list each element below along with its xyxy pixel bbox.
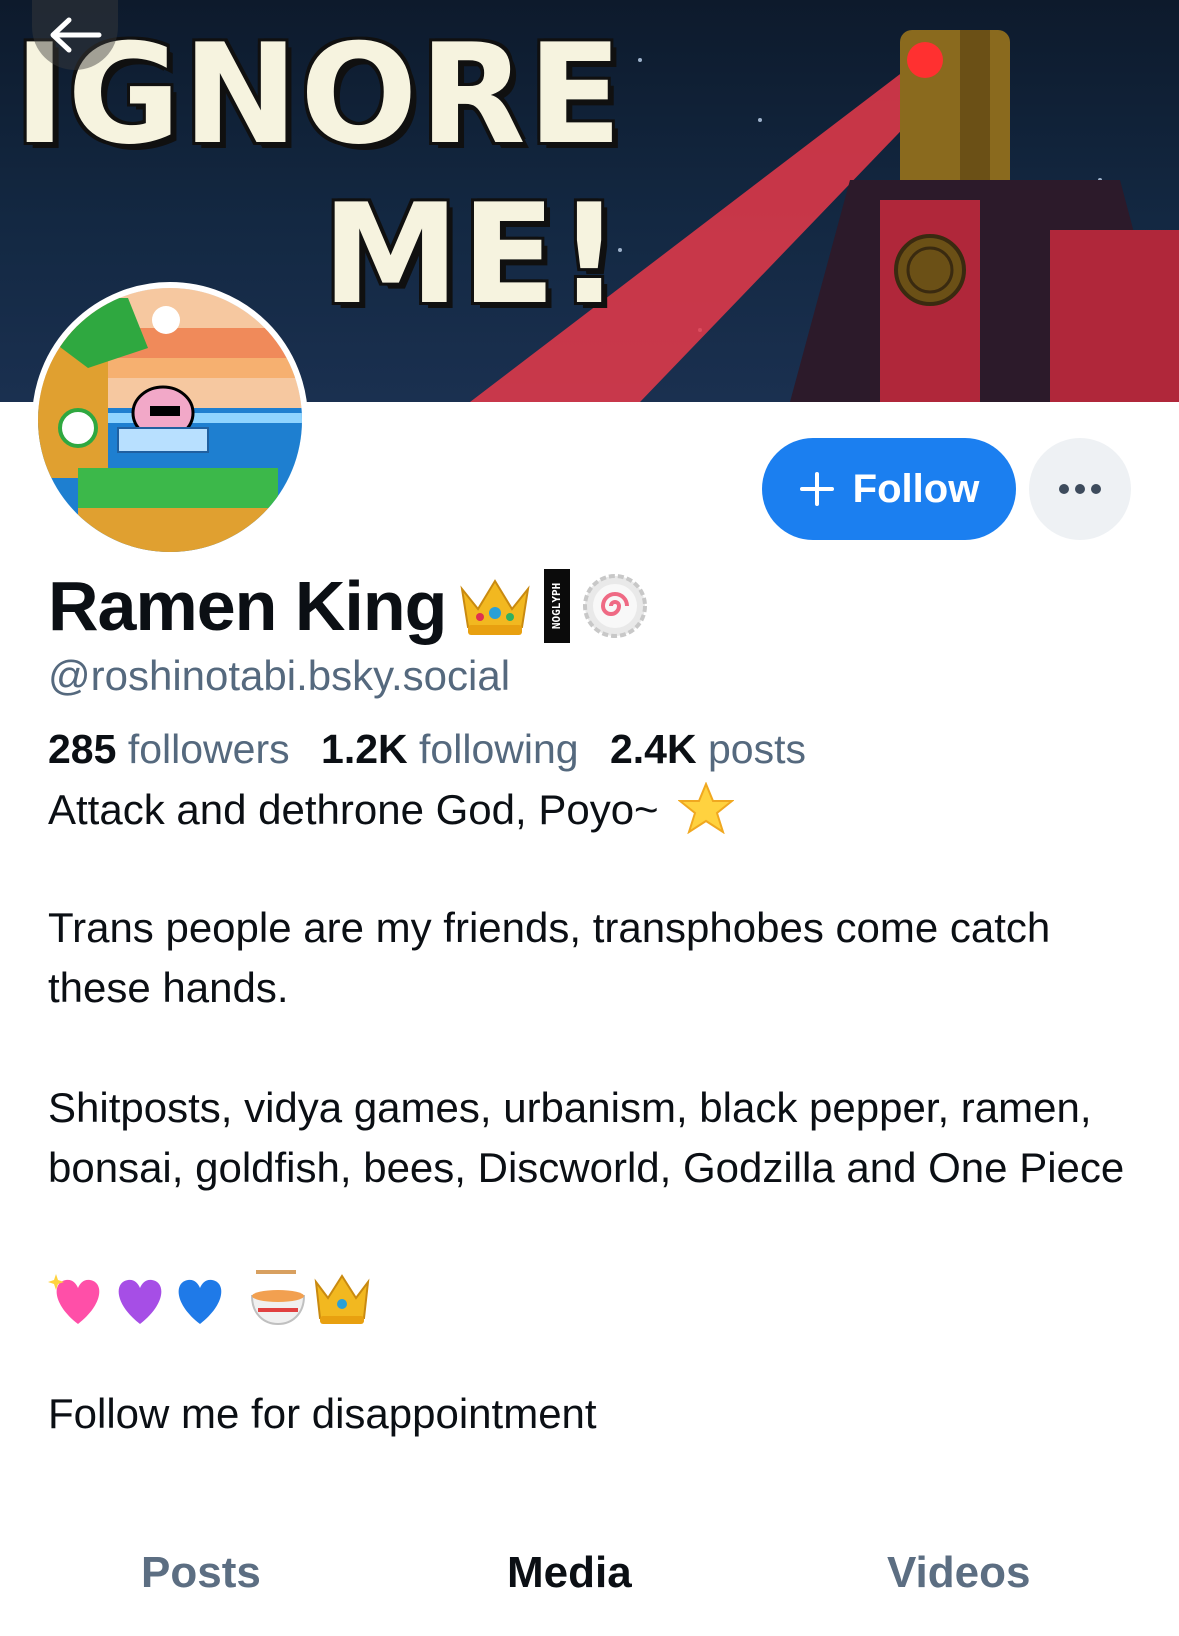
tab-media[interactable]: Media — [507, 1548, 632, 1598]
more-options-button[interactable] — [1029, 438, 1131, 540]
bio-emoji-row — [48, 1268, 1138, 1338]
noglyph-badge: NOGLYPH — [544, 569, 571, 643]
banner-title-line2: ME! — [322, 174, 623, 335]
tab-videos[interactable]: Videos — [887, 1548, 1030, 1598]
bio-line-2: Trans people are my friends, transphobes… — [48, 904, 1051, 1011]
sparkling-heart-emoji — [48, 1274, 100, 1324]
crown-emoji-small — [314, 1274, 370, 1324]
profile-stats: 285 followers 1.2K following 2.4K posts — [48, 726, 806, 773]
followers-stat[interactable]: 285 followers — [48, 726, 290, 772]
ellipsis-icon — [1059, 484, 1101, 494]
star-emoji — [677, 781, 736, 835]
tab-posts[interactable]: Posts — [141, 1548, 261, 1598]
avatar-image — [38, 288, 302, 552]
display-name-text: Ramen King — [48, 567, 447, 645]
purple-heart-emoji — [118, 1279, 162, 1324]
blue-heart-emoji — [178, 1279, 222, 1324]
arrow-left-icon — [50, 17, 102, 53]
noglyph-text: NOGLYPH — [550, 583, 563, 629]
bio-line-1: Attack and dethrone God, Poyo~ — [48, 780, 1138, 840]
emoji-row — [48, 1270, 370, 1326]
profile-tabs: Posts Media Videos — [0, 1548, 1179, 1608]
bio-line-4: Follow me for disappointment — [48, 1390, 597, 1437]
display-name: Ramen King NOGLYPH — [48, 566, 648, 646]
avatar[interactable] — [32, 282, 308, 558]
bio-line-3: Shitposts, vidya games, urbanism, black … — [48, 1084, 1125, 1191]
follow-button[interactable]: Follow — [762, 438, 1016, 540]
profile-handle: @roshinotabi.bsky.social — [48, 652, 511, 699]
crown-emoji — [460, 579, 530, 635]
ramen-bowl-emoji — [250, 1270, 306, 1326]
posts-stat: 2.4K posts — [609, 726, 806, 772]
follow-button-label: Follow — [852, 466, 980, 511]
following-stat[interactable]: 1.2K following — [321, 726, 579, 772]
narutomaki-emoji — [583, 574, 648, 638]
plus-icon — [799, 472, 834, 506]
